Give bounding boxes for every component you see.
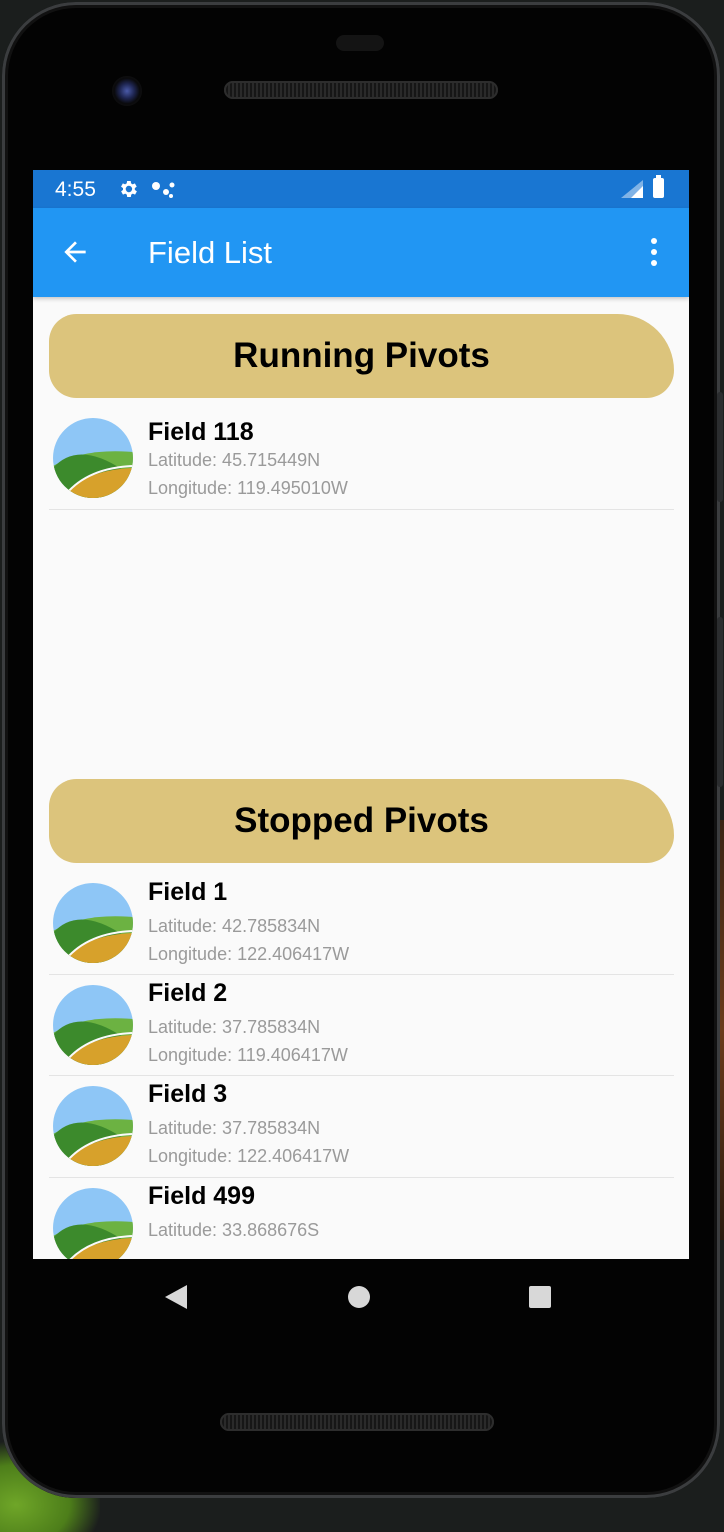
back-arrow-icon[interactable]	[59, 236, 91, 268]
field-longitude: Longitude: 122.406417W	[148, 944, 350, 964]
field-row[interactable]: Field 2 Latitude: 37.785834N Longitude: …	[49, 975, 674, 1076]
field-longitude: Longitude: 122.406417W	[148, 1146, 350, 1166]
back-triangle-icon[interactable]	[163, 1283, 189, 1316]
field-landscape-icon	[53, 1086, 133, 1166]
field-name: Field 1	[148, 878, 228, 906]
phone-frame: 4:55 Field List Running Pivots Field 118…	[2, 2, 723, 1498]
battery-icon	[653, 175, 664, 198]
assistant-dots-icon	[151, 180, 177, 205]
field-latitude: Latitude: 37.785834N	[148, 1118, 321, 1138]
proximity-sensor	[336, 35, 384, 51]
running-pivots-header: Running Pivots	[49, 314, 674, 398]
front-camera	[112, 76, 142, 106]
page-title: Field List	[148, 235, 273, 270]
power-button	[717, 392, 723, 502]
status-bar: 4:55	[33, 170, 689, 208]
field-latitude: Latitude: 45.715449N	[148, 450, 321, 470]
field-landscape-icon	[53, 985, 133, 1065]
field-longitude: Longitude: 119.495010W	[148, 478, 348, 498]
field-row[interactable]: Field 1 Latitude: 42.785834N Longitude: …	[49, 872, 674, 975]
recents-square-icon[interactable]	[527, 1284, 553, 1315]
field-landscape-icon	[53, 1188, 133, 1259]
field-name: Field 118	[148, 418, 254, 446]
cell-signal-icon	[621, 180, 643, 203]
stopped-pivots-header: Stopped Pivots	[49, 779, 674, 863]
field-row[interactable]: Field 499 Latitude: 33.868676S	[49, 1178, 674, 1259]
bottom-speaker	[220, 1413, 494, 1431]
field-row[interactable]: Field 3 Latitude: 37.785834N Longitude: …	[49, 1076, 674, 1178]
field-longitude: Longitude: 119.406417W	[148, 1045, 348, 1065]
field-name: Field 2	[148, 979, 228, 1007]
gear-icon	[117, 178, 139, 205]
app-bar: Field List	[33, 208, 689, 297]
field-name: Field 499	[148, 1182, 255, 1210]
field-row[interactable]: Field 118 Latitude: 45.715449N Longitude…	[49, 406, 674, 510]
field-landscape-icon	[53, 883, 133, 963]
field-latitude: Latitude: 37.785834N	[148, 1017, 321, 1037]
field-name: Field 3	[148, 1080, 228, 1108]
field-latitude: Latitude: 42.785834N	[148, 916, 321, 936]
field-landscape-icon	[53, 418, 133, 498]
home-circle-icon[interactable]	[346, 1284, 372, 1315]
volume-button	[717, 617, 723, 787]
status-time: 4:55	[55, 178, 96, 201]
field-latitude: Latitude: 33.868676S	[148, 1220, 320, 1240]
more-vert-icon[interactable]	[643, 236, 665, 268]
earpiece-speaker	[224, 81, 498, 99]
screen: 4:55 Field List Running Pivots Field 118…	[33, 170, 689, 1259]
